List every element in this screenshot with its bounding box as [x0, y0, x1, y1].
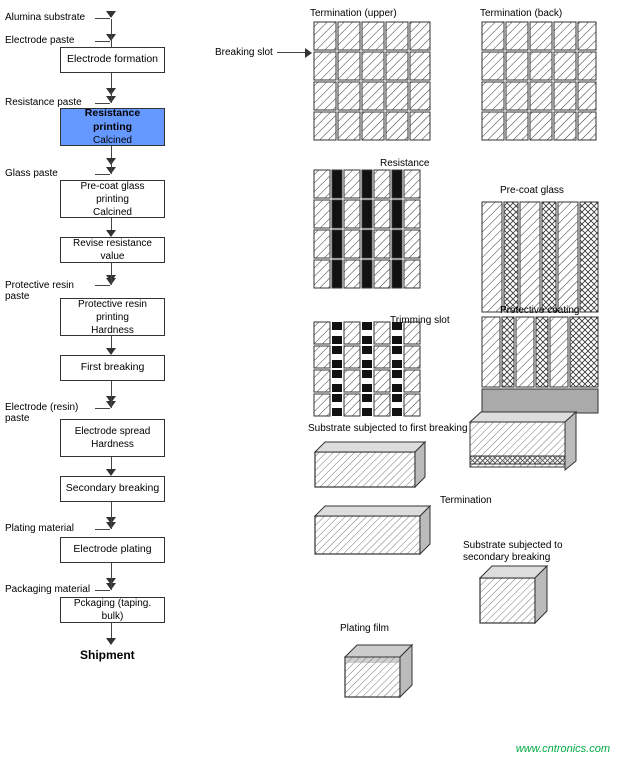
breaking-slot-tri — [305, 48, 312, 58]
precoat-glass-sub: Calcined — [93, 206, 132, 219]
tri-9 — [106, 348, 116, 355]
vline-12b — [111, 511, 112, 529]
electrode-spread-text: Electrode spread — [75, 425, 151, 438]
packaging-material-label: Packaging material — [5, 584, 90, 595]
protective-resin-hardness: Hardness — [91, 324, 134, 337]
first-breaking-box: First breaking — [60, 355, 165, 381]
resistance-diagram — [312, 168, 432, 298]
secondary-breaking-box: Secondary breaking — [60, 476, 165, 502]
first-breaking-diagram — [310, 440, 430, 495]
substrate-secondary-label: Substrate subjected to — [463, 540, 563, 551]
protective-resin-printing-box: Protective resin printing Hardness — [60, 298, 165, 336]
plating-material-label: Plating material — [5, 523, 74, 534]
vline-5 — [111, 161, 112, 174]
packaging-text: Pckaging (taping. bulk) — [65, 597, 160, 623]
electrode-formation-text: Electrode formation — [67, 53, 158, 67]
precoat-glass-text: Pre-coat glass printing — [65, 180, 160, 206]
plating-film-label: Plating film — [340, 623, 389, 634]
electrode-plating-box: Electrode plating — [60, 537, 165, 563]
protective-resin-paste-label: Protective resin — [5, 280, 74, 291]
electrode-spread-box: Electrode spread Hardness — [60, 419, 165, 457]
revise-resistance-box: Revise resistance value — [60, 237, 165, 263]
vline-10b — [111, 390, 112, 408]
glass-paste-label: Glass paste — [5, 168, 58, 179]
electrode-resin-paste-label2: paste — [5, 413, 29, 424]
resistance-printing-box: Resistance printing Calcined — [60, 108, 165, 146]
precoat-glass-label: Pre-coat glass — [500, 185, 564, 196]
revise-resistance-text: Revise resistance value — [65, 237, 160, 263]
electrode-resin-paste-label: Electrode (resin) — [5, 402, 78, 413]
tri-11 — [106, 469, 116, 476]
breaking-slot-label: Breaking slot — [215, 47, 273, 58]
connector-h1 — [95, 18, 110, 19]
packaging-box: Pckaging (taping. bulk) — [60, 597, 165, 623]
termination-back-label: Termination (back) — [480, 8, 562, 19]
connector-h5 — [95, 285, 110, 286]
protective-resin-paste-label2: paste — [5, 291, 29, 302]
connector-h6 — [95, 408, 110, 409]
first-breaking-text: First breaking — [81, 361, 145, 375]
electrode-plating-text: Electrode plating — [73, 543, 151, 557]
watermark: www.cntronics.com — [516, 743, 610, 755]
main-page: { "title": "Chip Resistor Manufacturing … — [0, 0, 620, 763]
secondary-breaking-diagram — [465, 558, 555, 633]
termination-upper-label: Termination (upper) — [310, 8, 397, 19]
electrode-spread-sub: Hardness — [91, 438, 134, 451]
secondary-breaking-text: Secondary breaking — [66, 482, 159, 496]
precoat-glass-box: Pre-coat glass printing Calcined — [60, 180, 165, 218]
protective-coating-diagram — [480, 315, 600, 420]
tri-14 — [106, 638, 116, 645]
shipment-label: Shipment — [80, 648, 135, 662]
vline-8 — [111, 268, 112, 285]
connector-h4 — [95, 174, 110, 175]
protective-resin-printing-text: Protective resin printing — [65, 298, 160, 324]
resistance-printing-sub: Calcined — [93, 134, 132, 147]
connector-h8 — [95, 590, 110, 591]
trimming-slot-diagram — [312, 320, 432, 420]
precoat-glass-diagram — [480, 200, 600, 315]
connector-h7 — [95, 529, 110, 530]
electrode-formation-box: Electrode formation — [60, 47, 165, 73]
breaking-slot-arrow — [277, 52, 307, 53]
alumina-label: Alumina substrate — [5, 12, 85, 23]
connector-h3 — [95, 103, 110, 104]
plating-film-diagram — [330, 637, 420, 712]
resistance-printing-text: Resistance printing — [65, 107, 160, 134]
vline-3 — [111, 91, 112, 103]
first-breaking-right-diagram — [465, 408, 595, 483]
substrate-first-label: Substrate subjected to first breaking — [308, 423, 468, 434]
vline-13b — [111, 572, 112, 590]
tri-6 — [106, 230, 116, 237]
termination-upper-diagram — [312, 20, 432, 150]
termination-back-diagram — [480, 20, 600, 150]
termination-label: Termination — [440, 495, 492, 506]
termination-diagram — [310, 502, 440, 562]
vline-top — [111, 19, 112, 47]
electrode-paste-label: Electrode paste — [5, 35, 75, 46]
connector-h2 — [95, 41, 110, 42]
tri-alumina — [106, 11, 116, 18]
